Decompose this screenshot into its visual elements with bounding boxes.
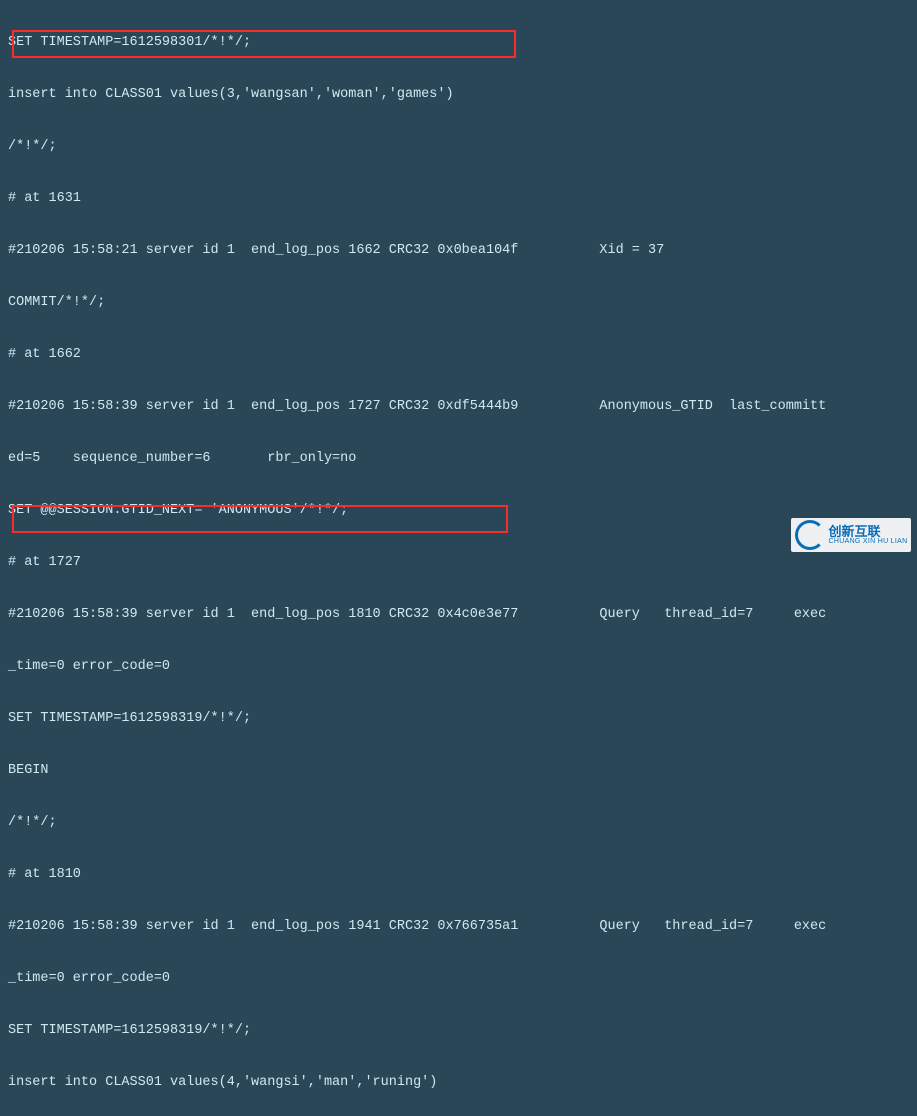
log-line: #210206 15:58:21 server id 1 end_log_pos… [8, 238, 909, 264]
log-line: SET TIMESTAMP=1612598301/*!*/; [8, 30, 909, 56]
watermark-big: 创新互联 [829, 525, 908, 538]
log-line: /*!*/; [8, 134, 909, 160]
watermark: 创新互联 CHUANG XIN HU LIAN [791, 518, 911, 552]
log-line: #210206 15:58:39 server id 1 end_log_pos… [8, 394, 909, 420]
log-line: COMMIT/*!*/; [8, 290, 909, 316]
log-line: _time=0 error_code=0 [8, 654, 909, 680]
log-line: # at 1662 [8, 342, 909, 368]
log-line-insert: insert into CLASS01 values(3,'wangsan','… [8, 82, 909, 108]
logo-text: 创新互联 CHUANG XIN HU LIAN [829, 525, 908, 545]
terminal-output: SET TIMESTAMP=1612598301/*!*/; insert in… [0, 0, 917, 1116]
log-line: _time=0 error_code=0 [8, 966, 909, 992]
log-line: SET TIMESTAMP=1612598319/*!*/; [8, 706, 909, 732]
watermark-small: CHUANG XIN HU LIAN [829, 538, 908, 545]
log-line: # at 1810 [8, 862, 909, 888]
log-line: SET TIMESTAMP=1612598319/*!*/; [8, 1018, 909, 1044]
log-line: # at 1631 [8, 186, 909, 212]
logo-icon [795, 520, 825, 550]
log-line: # at 1727 [8, 550, 909, 576]
log-line-insert: insert into CLASS01 values(4,'wangsi','m… [8, 1070, 909, 1096]
log-line: ed=5 sequence_number=6 rbr_only=no [8, 446, 909, 472]
log-line: /*!*/; [8, 810, 909, 836]
log-line: SET @@SESSION.GTID_NEXT= 'ANONYMOUS'/*!*… [8, 498, 909, 524]
log-line: #210206 15:58:39 server id 1 end_log_pos… [8, 602, 909, 628]
log-line: #210206 15:58:39 server id 1 end_log_pos… [8, 914, 909, 940]
log-line: BEGIN [8, 758, 909, 784]
